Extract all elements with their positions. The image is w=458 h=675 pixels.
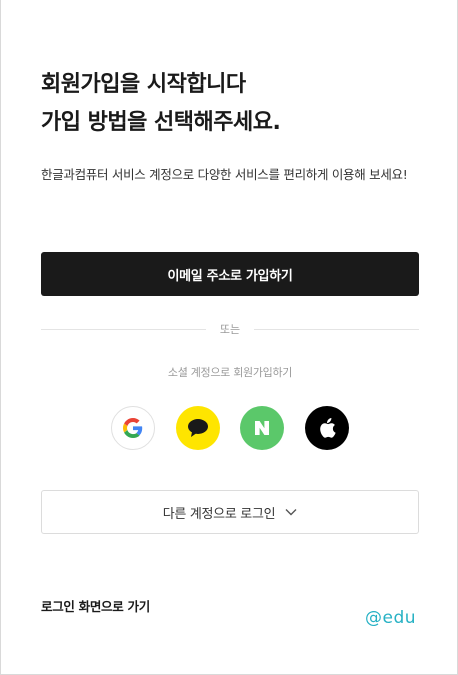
naver-signup-button[interactable]: [240, 406, 285, 450]
page-title-line-1: 회원가입을 시작합니다: [41, 72, 246, 97]
go-to-login-link[interactable]: 로그인 화면으로 가기: [41, 596, 150, 615]
apple-icon: [320, 418, 336, 438]
page-title-line-2: 가입 방법을 선택해주세요.: [41, 110, 281, 135]
page-description: 한글과컴퓨터 서비스 계정으로 다양한 서비스를 편리하게 이용해 보세요!: [41, 167, 408, 182]
google-signup-button[interactable]: [111, 406, 155, 450]
divider-line-left: [41, 328, 206, 330]
kakao-signup-button[interactable]: [175, 406, 220, 450]
or-divider: 또는: [41, 320, 419, 338]
email-signup-button[interactable]: 이메일 주소로 가입하기: [41, 252, 419, 296]
social-signup-label: 소셜 계정으로 회원가입하기: [167, 366, 293, 379]
google-icon: [123, 418, 143, 438]
social-buttons: [111, 406, 349, 452]
divider-line-right: [254, 328, 419, 330]
page-title: 회원가입을 시작합니다 가입 방법을 선택해주세요.: [41, 66, 421, 142]
kakao-icon: [187, 419, 208, 437]
naver-icon: [255, 421, 270, 435]
chevron-down-icon: [285, 509, 297, 516]
apple-signup-button[interactable]: [304, 406, 349, 450]
other-account-login-button[interactable]: 다른 계정으로 로그인: [41, 490, 419, 534]
divider-text: 또는: [219, 323, 241, 336]
watermark: @edu: [365, 608, 417, 628]
signup-panel: 회원가입을 시작합니다 가입 방법을 선택해주세요. 한글과컴퓨터 서비스 계정…: [0, 0, 458, 675]
other-account-login-label: 다른 계정으로 로그인: [162, 506, 276, 522]
